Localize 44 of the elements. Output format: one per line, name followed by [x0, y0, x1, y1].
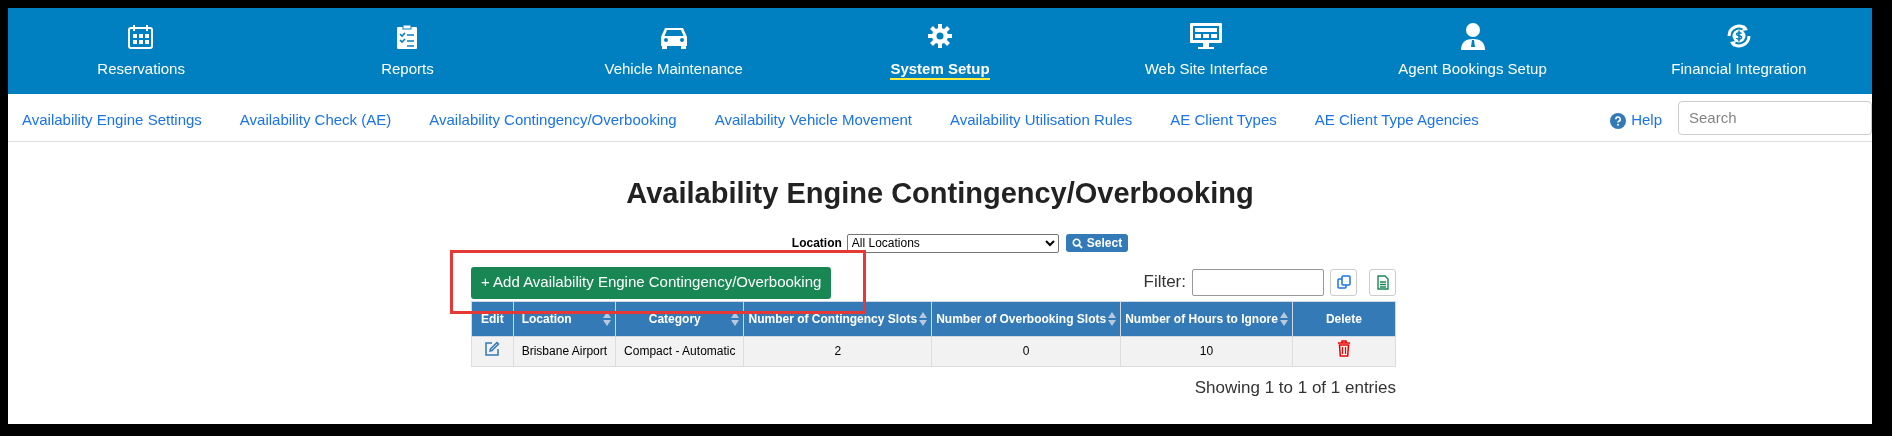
subnav-link[interactable]: AE Client Type Agencies	[1314, 109, 1479, 132]
location-dropdown[interactable]: All Locations	[846, 233, 1059, 253]
add-button[interactable]: + Add Availability Engine Contingency/Overbooking	[471, 266, 832, 299]
delete-button[interactable]	[1336, 340, 1351, 357]
table-info: Showing 1 to 1 of 1 entries	[1194, 376, 1396, 399]
nav-tab[interactable]: Web Site Interface	[1073, 8, 1340, 94]
select-button[interactable]: Select	[1065, 234, 1129, 252]
copy-icon	[1336, 275, 1351, 289]
edit-button[interactable]	[484, 340, 501, 357]
table-cell: 10	[1199, 344, 1214, 358]
table-cell: Brisbane Airport	[521, 344, 608, 358]
location-label: Location	[791, 235, 842, 252]
nav-tab[interactable]: Reports	[274, 8, 541, 94]
nav-tab[interactable]: Vehicle Maintenance	[540, 8, 807, 94]
subnav-link[interactable]: Availability Engine Settings	[22, 109, 202, 132]
gear-icon	[926, 22, 954, 50]
copy-button[interactable]	[1330, 268, 1357, 296]
excel-button[interactable]	[1369, 268, 1396, 296]
checklist-icon	[396, 24, 419, 50]
table-cell: 2	[834, 344, 842, 358]
page-title: Availability Engine Contingency/Overbooking	[626, 176, 1254, 211]
person-icon	[1458, 22, 1487, 50]
help-link[interactable]: Help	[1631, 109, 1662, 132]
table-cell: Compact - Automatic	[624, 344, 736, 358]
subnav-link[interactable]: AE Client Types	[1170, 109, 1277, 132]
table-cell: 0	[1022, 344, 1030, 358]
spreadsheet-icon	[1376, 274, 1389, 290]
trash-icon	[1336, 340, 1351, 357]
nav-tab[interactable]: System Setup	[806, 8, 1074, 94]
filter-label: Filter:	[1143, 271, 1186, 294]
nav-tab[interactable]: Reservations	[8, 8, 275, 94]
subnav-link[interactable]: Availability Utilisation Rules	[950, 109, 1133, 132]
nav-tab[interactable]: Financial Integration	[1605, 8, 1872, 94]
subnav-link[interactable]: Availability Vehicle Movement	[714, 109, 912, 132]
nav-tab[interactable]: Agent Bookings Setup	[1339, 8, 1606, 94]
monitor-icon	[1189, 22, 1224, 50]
subnav-link[interactable]: Availability Contingency/Overbooking	[429, 109, 677, 132]
search-icon	[1071, 237, 1083, 249]
calendar-icon	[127, 24, 156, 50]
filter-field[interactable]	[1192, 268, 1324, 296]
help-icon	[1610, 112, 1627, 129]
subnav-link[interactable]: Availability Check (AE)	[239, 109, 392, 132]
edit-icon	[484, 340, 501, 357]
search-field[interactable]: Search	[1678, 100, 1872, 135]
